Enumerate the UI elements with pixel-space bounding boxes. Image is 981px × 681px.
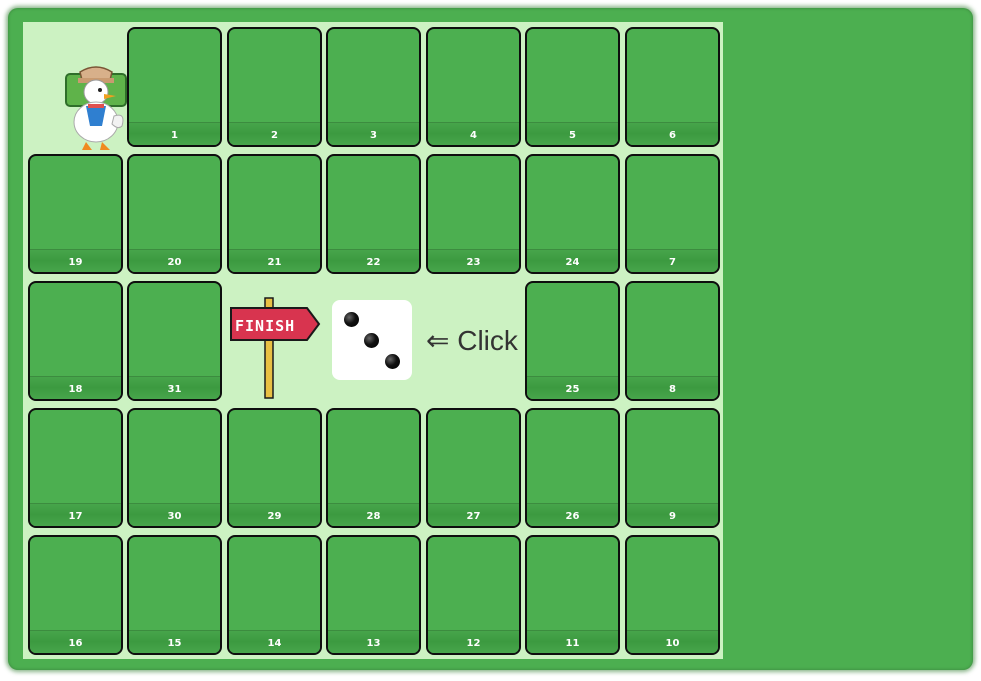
square-number: 31 [167,384,182,395]
board-square-31: 31 [127,281,222,401]
board-square-21: 21 [227,154,322,274]
board-square-22: 22 [326,154,421,274]
square-number: 4 [470,130,477,141]
square-number: 14 [267,638,282,649]
square-number: 19 [68,257,83,268]
board-square-5: 5 [525,27,620,147]
square-number: 11 [565,638,580,649]
square-number: 24 [565,257,580,268]
square-number: 7 [669,257,676,268]
square-number: 21 [267,257,282,268]
board-square-3: 3 [326,27,421,147]
board-square-25: 25 [525,281,620,401]
board-square-28: 28 [326,408,421,528]
square-number: 12 [466,638,481,649]
square-number: 10 [665,638,680,649]
square-number: 26 [565,511,580,522]
click-hint: ⇐ Click [426,325,518,356]
dice-pip [385,354,400,369]
square-number: 30 [167,511,182,522]
square-number: 2 [271,130,278,141]
square-number: 3 [370,130,377,141]
square-number: 18 [68,384,83,395]
board-square-4: 4 [426,27,521,147]
board-square-11: 11 [525,535,620,655]
dice-pip [364,333,379,348]
square-number: 17 [68,511,83,522]
board-square-17: 17 [28,408,123,528]
board-square-16: 16 [28,535,123,655]
board-square-6: 6 [625,27,720,147]
board-square-12: 12 [426,535,521,655]
square-number: 22 [366,257,381,268]
board-square-26: 26 [525,408,620,528]
square-number: 8 [669,384,676,395]
square-number: 25 [565,384,580,395]
square-number: 13 [366,638,381,649]
square-number: 29 [267,511,282,522]
square-number: 27 [466,511,481,522]
game-board: 10 11 12 13 14 15 16 9 26 27 28 29 30 17 8 25 31 18 7 24 23 2… [23,22,723,659]
dice-button[interactable] [332,300,412,380]
board-square-29: 29 [227,408,322,528]
board-square-27: 27 [426,408,521,528]
dice-pip [344,312,359,327]
board-square-30: 30 [127,408,222,528]
duck-detective-icon: $ [65,66,127,150]
board-square-10: 10 [625,535,720,655]
square-number: 23 [466,257,481,268]
finish-signpost-icon: FINISH [230,297,321,399]
board-square-19: 19 [28,154,123,274]
board-square-1: 1 [127,27,222,147]
square-number: 6 [669,130,676,141]
board-square-18: 18 [28,281,123,401]
board-square-9: 9 [625,408,720,528]
board-square-23: 23 [426,154,521,274]
board-square-2: 2 [227,27,322,147]
board-square-7: 7 [625,154,720,274]
board-square-24: 24 [525,154,620,274]
square-number: 5 [569,130,576,141]
square-number: 9 [669,511,676,522]
square-number: 15 [167,638,182,649]
square-number: 28 [366,511,381,522]
finish-text: FINISH [235,317,295,335]
board-square-13: 13 [326,535,421,655]
board-square-8: 8 [625,281,720,401]
square-number: 16 [68,638,83,649]
square-number: 20 [167,257,182,268]
board-square-20: 20 [127,154,222,274]
square-number: 1 [171,130,178,141]
board-square-14: 14 [227,535,322,655]
board-square-15: 15 [127,535,222,655]
